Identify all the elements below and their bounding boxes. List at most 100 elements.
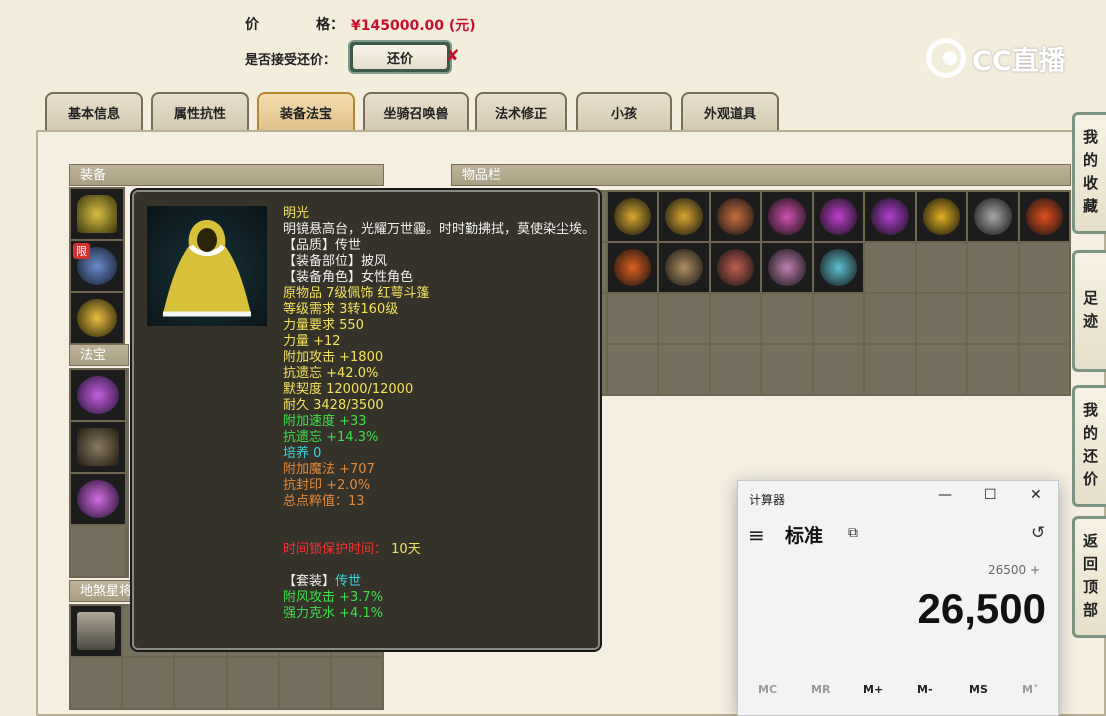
minimize-button[interactable]: — (938, 487, 952, 503)
inventory-slot[interactable] (710, 243, 760, 292)
memory-store-button[interactable]: MS (969, 683, 988, 696)
inventory-slot[interactable] (659, 345, 709, 394)
inventory-slot[interactable] (762, 345, 812, 394)
inventory-slot[interactable] (813, 192, 863, 241)
inventory-slot[interactable] (968, 243, 1018, 292)
star-slot[interactable] (331, 658, 382, 708)
memory-list-button[interactable]: M˅ (1022, 683, 1038, 696)
inventory-slot[interactable] (865, 345, 915, 394)
item-attribute-line: 抗遗忘 +14.3% (283, 430, 379, 445)
treasure-slot-3[interactable] (71, 474, 125, 524)
item-details: 明光 明镜悬高台，光耀万世霾。时时勤拂拭，莫使染尘埃。 【品质】传世 【装备部位】… (283, 206, 595, 622)
item-attribute-line: 抗遗忘 +42.0% (283, 366, 379, 381)
tab-mounts-pets[interactable]: 坐骑召唤兽 (363, 92, 469, 130)
equip-slot-cloak[interactable] (71, 189, 123, 239)
inventory-slot[interactable] (659, 192, 709, 241)
sidebar-footprints[interactable]: 足迹 (1072, 250, 1106, 372)
tab-attributes[interactable]: 属性抗性 (151, 92, 249, 130)
set-bonus: 强力克水 +4.1% (283, 606, 384, 621)
star-slot[interactable] (227, 658, 278, 708)
inventory-slot[interactable] (762, 243, 812, 292)
star-slot[interactable] (123, 658, 174, 708)
inventory-slot[interactable] (968, 192, 1018, 241)
inventory-slot[interactable] (710, 294, 760, 343)
item-tooltip: 明光 明镜悬高台，光耀万世霾。时时勤拂拭，莫使染尘埃。 【品质】传世 【装备部位】… (132, 190, 600, 650)
set-value: 传世 (335, 574, 362, 589)
item-attribute-line: 耐久 3428/3500 (283, 398, 384, 413)
star-slot[interactable] (175, 658, 226, 708)
inventory-slot[interactable] (1019, 243, 1069, 292)
treasure-slot-1[interactable] (71, 370, 125, 420)
treasure-slot-4[interactable] (71, 526, 125, 576)
item-attribute-line: 【装备部位】披风 (283, 254, 388, 269)
set-bonus: 附风攻击 +3.7% (283, 590, 384, 605)
tab-basic-info[interactable]: 基本信息 (45, 92, 143, 130)
inventory-slot[interactable] (916, 243, 966, 292)
inventory-slot[interactable] (916, 294, 966, 343)
inventory-slot[interactable] (607, 243, 657, 292)
inventory-slot[interactable] (762, 294, 812, 343)
orb-item-icon (77, 480, 119, 518)
inventory-slot[interactable] (710, 345, 760, 394)
memory-add-button[interactable]: M+ (863, 683, 883, 696)
tab-equipment[interactable]: 装备法宝 (257, 92, 355, 130)
item-attribute-line: 培养 0 (283, 446, 322, 461)
star-slot[interactable] (279, 658, 330, 708)
inventory-slot[interactable] (1019, 294, 1069, 343)
lantern-item-icon (77, 376, 119, 414)
inventory-item-icon (716, 249, 754, 286)
item-attribute-line: 附加魔法 +707 (283, 462, 375, 477)
inventory-slot[interactable] (813, 294, 863, 343)
counter-offer-button[interactable]: 还价 (348, 40, 452, 74)
maximize-button[interactable]: ☐ (984, 487, 997, 503)
inventory-slot[interactable] (865, 243, 915, 292)
memory-recall-button[interactable]: MR (811, 683, 830, 696)
inventory-item-icon (768, 198, 806, 235)
item-attribute-line: 附加速度 +33 (283, 414, 367, 429)
close-button[interactable]: ✕ (1030, 487, 1042, 503)
keep-on-top-icon[interactable]: ⧉ (848, 525, 858, 541)
inventory-slot[interactable] (813, 243, 863, 292)
tab-children[interactable]: 小孩 (576, 92, 672, 130)
inventory-slot[interactable] (659, 243, 709, 292)
inventory-slot[interactable] (607, 294, 657, 343)
calculator-window: 计算器 — ☐ ✕ ≡ 标准 ⧉ ↺ 26500 + 26,500 MC MR … (737, 480, 1059, 716)
sidebar-back-to-top[interactable]: 返回顶部 (1072, 516, 1106, 638)
inventory-slot[interactable] (710, 192, 760, 241)
equip-slot-3[interactable] (71, 293, 123, 343)
treasure-panel-header: 法宝 (69, 344, 129, 366)
sidebar-my-favorites[interactable]: 我的收藏 (1072, 112, 1106, 234)
hamburger-menu-icon[interactable]: ≡ (748, 523, 765, 547)
equip-slot-2[interactable]: 限 (71, 241, 123, 291)
tab-spell-modifiers[interactable]: 法术修正 (475, 92, 567, 130)
sidebar-my-counter-offers[interactable]: 我的还价 (1072, 385, 1106, 507)
item-attribute-line: 等级需求 3转160级 (283, 302, 399, 317)
memory-clear-button[interactable]: MC (758, 683, 777, 696)
treasure-slot-2[interactable] (71, 422, 125, 472)
equipment-panel-header: 装备 (69, 164, 384, 186)
history-icon[interactable]: ↺ (1031, 523, 1045, 543)
inventory-slot[interactable] (916, 192, 966, 241)
tab-cosmetics[interactable]: 外观道具 (681, 92, 779, 130)
inventory-slot[interactable] (762, 192, 812, 241)
inventory-slot[interactable] (865, 192, 915, 241)
inventory-slot[interactable] (607, 192, 657, 241)
item-attribute-line: 力量 +12 (283, 334, 341, 349)
inventory-slot[interactable] (865, 294, 915, 343)
inventory-slot[interactable] (659, 294, 709, 343)
star-slot[interactable] (71, 658, 122, 708)
item-attributes: 【品质】传世 【装备部位】披风 【装备角色】女性角色 原物品 7级佩饰 红萼斗篷 等级需… (283, 238, 595, 510)
inventory-slot[interactable] (813, 345, 863, 394)
logo-icon (926, 38, 966, 78)
star-slot-1[interactable] (71, 606, 122, 656)
inventory-slot[interactable] (607, 345, 657, 394)
inventory-slot[interactable] (1019, 345, 1069, 394)
inventory-item-icon (613, 198, 651, 235)
memory-subtract-button[interactable]: M- (917, 683, 933, 696)
inventory-slot[interactable] (916, 345, 966, 394)
inventory-slot[interactable] (968, 345, 1018, 394)
inventory-slot[interactable] (968, 294, 1018, 343)
inventory-slot[interactable] (1019, 192, 1069, 241)
golden-cloak-icon (163, 220, 251, 317)
lock-protect-label: 时间锁保护时间： (283, 542, 388, 557)
